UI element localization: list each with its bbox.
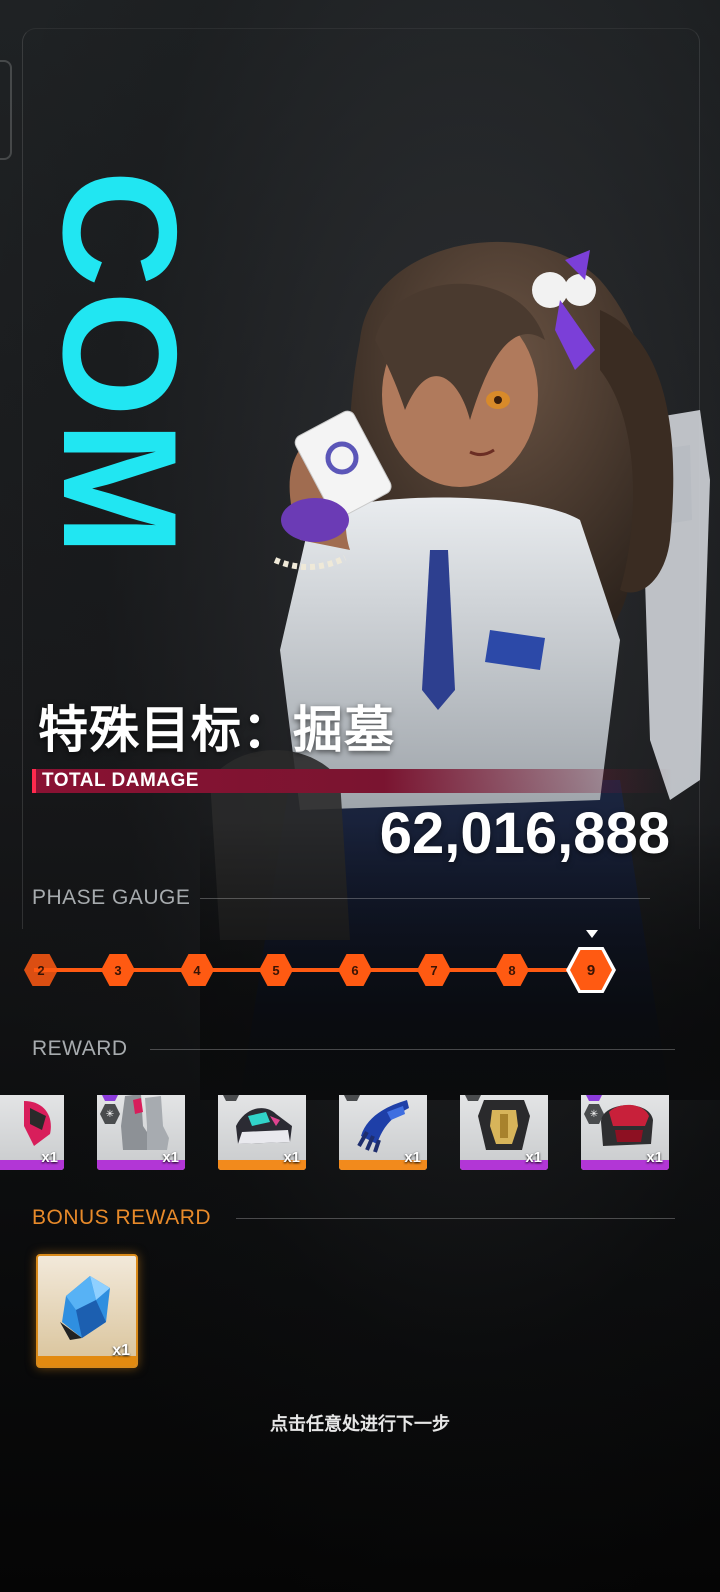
- operation-banner-text: OPERATION COM: [38, 170, 203, 930]
- bonus-reward-divider: [236, 1218, 675, 1219]
- tap-to-continue-hint[interactable]: 点击任意处进行下一步: [0, 1410, 720, 1436]
- total-damage-value: 62,016,888: [379, 801, 670, 866]
- crystal-icon: [60, 1276, 110, 1340]
- item-quantity: x1: [162, 1149, 179, 1166]
- reward-divider: [150, 1049, 675, 1050]
- item-quantity: x1: [112, 1342, 130, 1359]
- operation-banner: OPERATION COM: [38, 170, 203, 930]
- reward-item-grey-boots[interactable]: ◆ ✳ x1: [97, 1095, 185, 1170]
- reward-item-red-helmet[interactable]: ⌂ ✳ x1: [581, 1095, 669, 1170]
- phase-node: 3: [101, 954, 135, 986]
- current-phase-pointer-icon: [586, 930, 598, 938]
- phase-node: 2: [24, 954, 58, 986]
- phase-node: 6: [338, 954, 372, 986]
- item-quantity: x1: [525, 1149, 542, 1166]
- bonus-reward-item-blue-crystal[interactable]: x1: [36, 1254, 138, 1368]
- battle-result-screen[interactable]: OPERATION COM 特殊目标：掘墓 TOTAL DAMAGE 62,01…: [0, 0, 720, 1592]
- frame-tab: [0, 60, 12, 160]
- item-quantity: x1: [404, 1149, 421, 1166]
- reward-list: x1 ◆ ✳ x1 ✳ x1: [0, 1095, 720, 1190]
- phase-gauge: 2 3 4 5 6 7 8 9: [24, 930, 670, 1000]
- item-quantity: x1: [41, 1149, 58, 1166]
- phase-node: 4: [180, 954, 214, 986]
- reward-item-blue-claw-gauntlet[interactable]: ▲ x1: [339, 1095, 427, 1170]
- item-quantity: x1: [646, 1149, 663, 1166]
- reward-item-pink-armor-part[interactable]: x1: [0, 1095, 64, 1170]
- mission-title: 特殊目标：掘墓: [38, 701, 395, 759]
- phase-node: 7: [417, 954, 451, 986]
- phase-node: 5: [259, 954, 293, 986]
- bonus-reward-label: BONUS REWARD: [32, 1206, 212, 1229]
- total-damage-label: TOTAL DAMAGE: [42, 770, 199, 791]
- phase-gauge-divider: [200, 898, 650, 899]
- phase-node: 8: [495, 954, 529, 986]
- reward-item-cyber-sneakers[interactable]: ✳ x1: [218, 1095, 306, 1170]
- reward-item-gold-body-armor[interactable]: ⬢ x1: [460, 1095, 548, 1170]
- phase-gauge-label: PHASE GAUGE: [32, 886, 191, 909]
- item-quantity: x1: [283, 1149, 300, 1166]
- total-damage-accent: [32, 769, 36, 793]
- reward-label: REWARD: [32, 1037, 128, 1060]
